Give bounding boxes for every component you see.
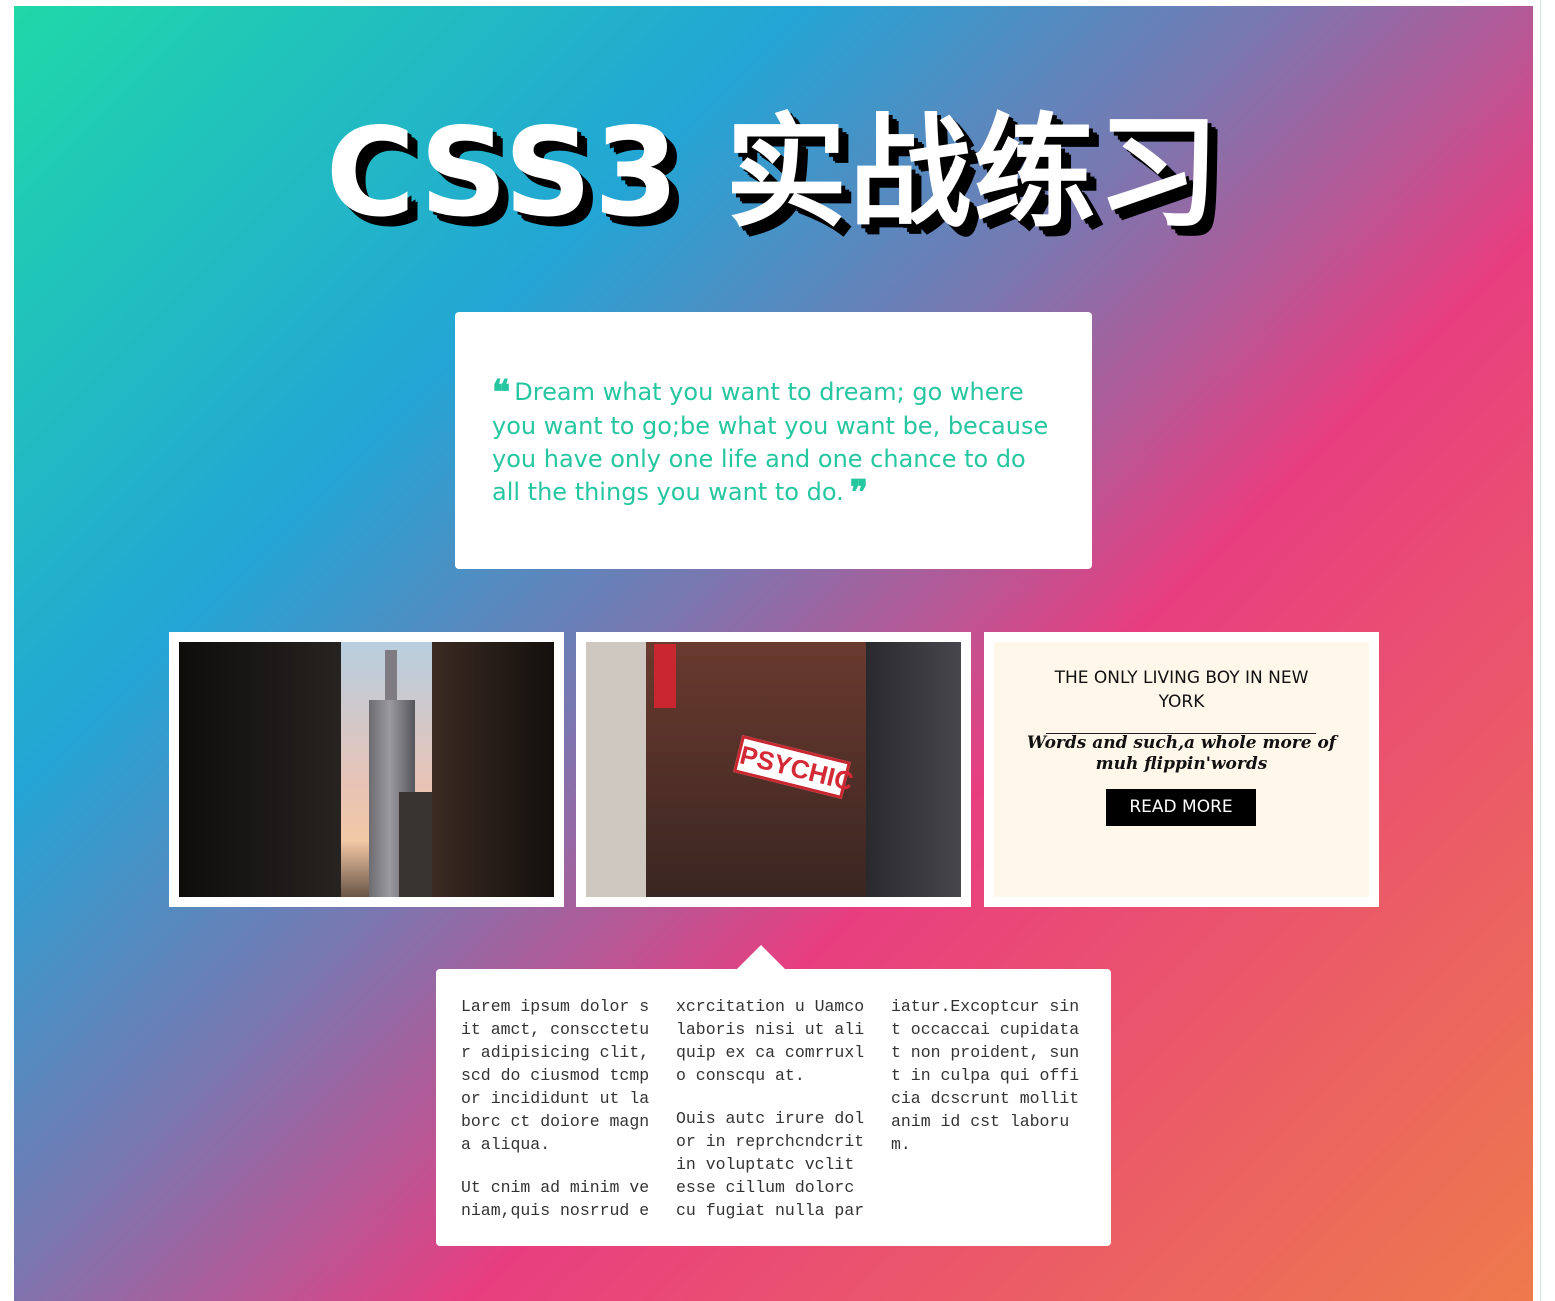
gradient-background: CSS3 实战练习 ❝ Dream what you want to dream;… xyxy=(14,6,1533,1301)
close-quote-icon: ❞ xyxy=(849,473,868,513)
lorem-column-2: xcrcitation u Uamco laboris nisi ut aliq… xyxy=(676,995,872,1222)
lorem-column-1: Larem ipsum dolor sit amct, conscctetur … xyxy=(461,995,657,1222)
vertical-red-sign xyxy=(654,644,676,708)
tower-spire xyxy=(385,650,397,704)
feature-card-inner: THE ONLY LIVING BOY IN NEW YORK Words an… xyxy=(994,642,1369,897)
open-quote-icon: ❝ xyxy=(492,373,510,413)
page-edge xyxy=(1540,0,1555,1301)
lorem-paragraph: iatur.Excoptcur sint occaccai cupidatat … xyxy=(891,997,1080,1154)
read-more-button[interactable]: READ MORE xyxy=(1106,789,1256,826)
lorem-paragraph: Ut cnim ad minim veniam,quis nosrrud e xyxy=(461,1178,650,1220)
building-silhouette-right xyxy=(432,642,554,897)
lorem-paragraph: xcrcitation u Uamco laboris nisi ut aliq… xyxy=(676,997,865,1085)
page-title: CSS3 实战练习 xyxy=(325,102,1222,244)
storefront-left xyxy=(586,642,646,897)
photo-card-empire-state[interactable] xyxy=(169,632,564,907)
empire-state-building-photo xyxy=(179,642,554,897)
quote-card: ❝ Dream what you want to dream; go where … xyxy=(455,312,1092,569)
lorem-paragraph: Larem ipsum dolor sit amct, conscctetur … xyxy=(461,997,650,1154)
lorem-column-3: iatur.Excoptcur sint occaccai cupidatat … xyxy=(891,995,1087,1156)
quote-body: ❝ Dream what you want to dream; go where … xyxy=(492,376,1052,510)
lorem-card-pointer xyxy=(736,945,786,970)
photo-card-psychic[interactable]: PSYCHIC xyxy=(576,632,971,907)
lorem-paragraph: Ouis autc irure dolor in reprchcndcrit i… xyxy=(676,1109,865,1220)
quote-text: Dream what you want to dream; go where y… xyxy=(492,378,1049,506)
feature-card: THE ONLY LIVING BOY IN NEW YORK Words an… xyxy=(984,632,1379,907)
feature-card-title: THE ONLY LIVING BOY IN NEW YORK xyxy=(1054,668,1309,712)
psychic-sign-street-photo: PSYCHIC xyxy=(586,642,961,897)
building-silhouette-left xyxy=(179,642,341,897)
glass-building xyxy=(866,642,961,897)
feature-card-subtitle: Words and such,a whole more of muh flipp… xyxy=(1026,733,1337,774)
lorem-card: Larem ipsum dolor sit amct, conscctetur … xyxy=(436,945,1111,1246)
